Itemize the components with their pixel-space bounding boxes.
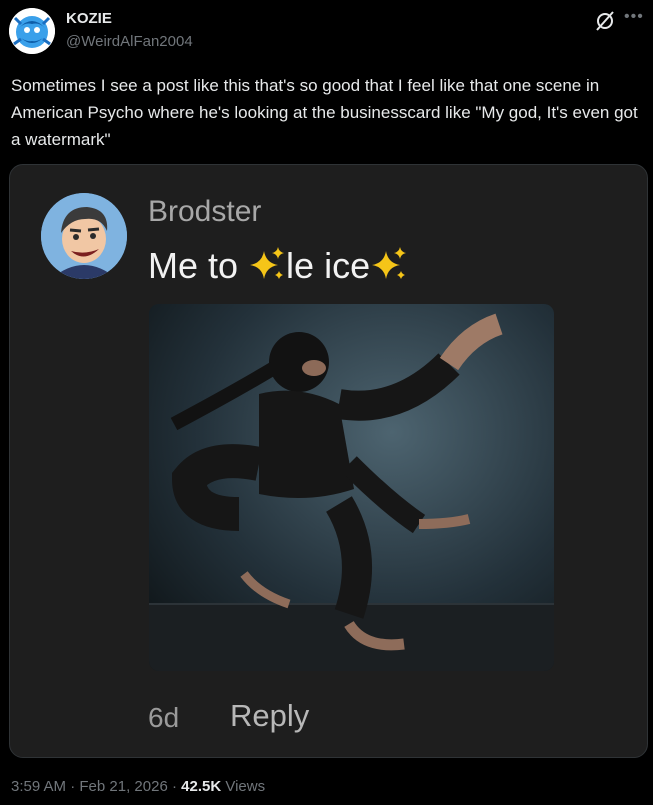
more-icon[interactable]: •••: [624, 8, 644, 26]
meta-separator: ·: [167, 778, 182, 795]
embedded-media-image[interactable]: [149, 304, 554, 671]
author-avatar[interactable]: [9, 8, 55, 54]
grok-icon[interactable]: [594, 10, 616, 32]
views-count: 42.5K: [181, 778, 222, 795]
embedded-text-middle: le ice: [286, 245, 371, 286]
embedded-post-card[interactable]: Brodster Me to le ice 6d Reply: [9, 164, 648, 758]
post-text: Sometimes I see a post like this that's …: [11, 76, 638, 149]
embedded-author-name: Brodster: [148, 195, 262, 228]
post-date[interactable]: Feb 21, 2026: [79, 778, 167, 795]
views-label: Views: [221, 778, 266, 795]
author-display-name[interactable]: KOZIE: [66, 10, 112, 27]
embedded-text-before: Me to: [148, 245, 249, 286]
post-time[interactable]: 3:59 AM: [11, 778, 66, 795]
meta-separator: ·: [66, 778, 80, 795]
embedded-avatar: [41, 193, 127, 279]
sparkles-icon: [370, 245, 408, 283]
post-meta: 3:59 AM · Feb 21, 2026 · 42.5K Views: [11, 778, 265, 795]
embedded-post-text: Me to le ice: [148, 245, 408, 287]
embedded-reply-button[interactable]: Reply: [230, 698, 309, 734]
author-handle[interactable]: @WeirdAlFan2004: [66, 33, 193, 50]
sparkles-icon: [248, 245, 286, 283]
embedded-timestamp: 6d: [148, 702, 180, 733]
